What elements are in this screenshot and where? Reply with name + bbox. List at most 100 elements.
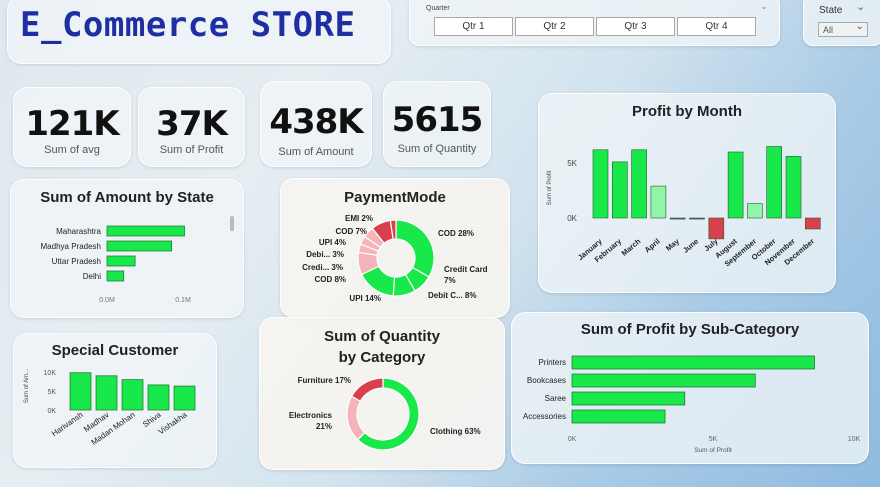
amount-by-state-chart: Maharashtra Madhya Pradesh Uttar Pradesh De…	[41, 225, 191, 304]
slice-label: COD 7%	[335, 227, 367, 236]
bar	[571, 391, 686, 406]
bar	[766, 146, 782, 219]
quarter-option-4[interactable]: Qtr 4	[677, 17, 756, 36]
state-select[interactable]: All ⌄	[818, 21, 868, 37]
y-axis-label: Sum of Profit	[547, 170, 553, 205]
y-tick-label: 5K	[47, 389, 56, 396]
profit-by-subcategory-card: Sum of Profit by Sub-Category Printers Bo…	[511, 312, 869, 464]
bar	[106, 255, 136, 267]
x-tick-label: 0K	[568, 436, 577, 443]
y-axis-label: Sum of Am...	[24, 369, 30, 404]
chevron-down-icon: ⌄	[855, 21, 864, 32]
state-select-value: All	[823, 25, 834, 35]
slice-label: Credit Card	[444, 265, 488, 274]
y-tick-label: Printers	[538, 358, 566, 367]
y-tick-label: 10K	[44, 370, 57, 377]
y-tick-label: Maharashtra	[56, 227, 101, 236]
x-tick-label: April	[643, 237, 662, 255]
bar	[121, 379, 144, 411]
y-tick-label: Bookcases	[527, 376, 566, 385]
y-tick-label: Delhi	[83, 272, 101, 281]
bar	[106, 240, 172, 252]
state-slicer: State ⌄ All ⌄	[803, 0, 880, 46]
x-tick-label: 0.0M	[99, 297, 115, 304]
x-tick-label: 5K	[709, 436, 718, 443]
quarter-slicer-label: Quarter	[426, 5, 450, 12]
bar	[650, 185, 667, 219]
kpi-sum-of-quantity: 5615 Sum of Quantity	[383, 81, 491, 167]
y-tick-label: Uttar Pradesh	[52, 257, 101, 266]
kpi-value: 37K	[156, 104, 228, 144]
x-tick-label: June	[681, 237, 700, 255]
chevron-down-icon[interactable]: ⌄	[856, 0, 865, 13]
y-tick-label: 0K	[567, 214, 577, 223]
y-tick-label: 5K	[567, 159, 577, 168]
bar	[747, 203, 763, 219]
kpi-label: Sum of Profit	[159, 144, 224, 156]
slice-label: UPI 4%	[319, 238, 346, 247]
chevron-down-icon[interactable]: ⌄	[760, 1, 768, 12]
kpi-label: Sum of Amount	[278, 146, 354, 158]
dashboard-title: E_Commerce STORE	[20, 5, 356, 45]
payment-mode-card: PaymentMode COD 28% Credit Card 7% Debit C.…	[280, 178, 510, 318]
quarter-option-1[interactable]: Qtr 1	[434, 17, 513, 36]
x-tick-label: Vishakha	[157, 410, 189, 436]
slice-label: Furniture 17%	[298, 376, 351, 385]
bar	[173, 385, 196, 411]
slice	[350, 377, 384, 403]
y-tick-label: Madhya Pradesh	[41, 242, 101, 251]
slice-label: Debi... 3%	[306, 250, 344, 259]
bar	[571, 373, 756, 388]
slice-label: Debit C... 8%	[428, 291, 476, 300]
bar	[69, 372, 92, 411]
bar	[147, 384, 170, 411]
slice-label: Electronics	[289, 411, 333, 420]
kpi-sum-of-profit: 37K Sum of Profit	[138, 87, 245, 167]
special-customer-chart: Sum of Am... 10K5K0KHarivanshMadhavMadan …	[24, 369, 196, 447]
quarter-option-3[interactable]: Qtr 3	[596, 17, 675, 36]
kpi-value: 5615	[391, 100, 484, 140]
kpi-value: 438K	[269, 102, 363, 142]
profit-by-month-card: Profit by Month Sum of Profit 5K 0K January…	[538, 93, 836, 293]
bar	[106, 270, 125, 282]
bar	[669, 217, 686, 220]
dashboard-title-card: E_Commerce STORE	[7, 0, 391, 64]
x-tick-label: March	[620, 236, 643, 257]
kpi-value: 121K	[25, 104, 119, 144]
quantity-by-category-card: Sum of Quantity by Category Clothing 63%…	[259, 317, 505, 470]
bar	[708, 217, 725, 240]
bar	[612, 161, 628, 219]
payment-mode-chart: COD 28% Credit Card 7% Debit C... 8% UPI 14%…	[302, 214, 488, 303]
quarter-slicer: Quarter ⌄ Qtr 1 Qtr 2 Qtr 3 Qtr 4	[409, 0, 780, 46]
special-customer-card: Special Customer Sum of Am... 10K 5K 0K Hari…	[13, 333, 217, 468]
slice-label: 7%	[444, 276, 456, 285]
bar	[571, 409, 666, 424]
bar	[727, 151, 744, 219]
quantity-by-category-chart: Clothing 63% Electronics 21% Furniture 17%	[289, 376, 481, 451]
bar	[592, 149, 609, 219]
x-tick-label: May	[664, 236, 682, 253]
x-tick-label: 0.1M	[175, 297, 191, 304]
state-slicer-label: State	[819, 5, 843, 16]
slice-label: Clothing 63%	[430, 427, 481, 436]
amount-by-state-card: Sum of Amount by State Maharashtra Madhya…	[10, 179, 244, 318]
kpi-label: Sum of avg	[44, 144, 100, 156]
bar	[571, 355, 815, 370]
slice-label: Credi... 3%	[302, 263, 343, 272]
slice	[346, 395, 366, 441]
y-tick-label: Saree	[545, 394, 567, 403]
bar	[804, 217, 821, 230]
slice-label: UPI 14%	[349, 294, 381, 303]
bar	[95, 375, 118, 411]
profit-by-subcategory-chart: Printers Bookcases Saree Accessories 0K 5K 10K…	[523, 355, 861, 454]
bar	[106, 225, 185, 237]
kpi-label: Sum of Quantity	[397, 143, 477, 155]
slice-label: COD 28%	[438, 229, 474, 238]
x-tick-label: 10K	[848, 436, 861, 443]
bar	[785, 156, 802, 219]
slice-label: COD 8%	[314, 275, 346, 284]
y-tick-label: Accessories	[523, 412, 566, 421]
quarter-option-2[interactable]: Qtr 2	[515, 17, 594, 36]
y-tick-label: 0K	[47, 408, 56, 415]
profit-by-month-chart: Sum of Profit5K0KJanuaryFebruaryMarch Apr…	[547, 146, 821, 268]
